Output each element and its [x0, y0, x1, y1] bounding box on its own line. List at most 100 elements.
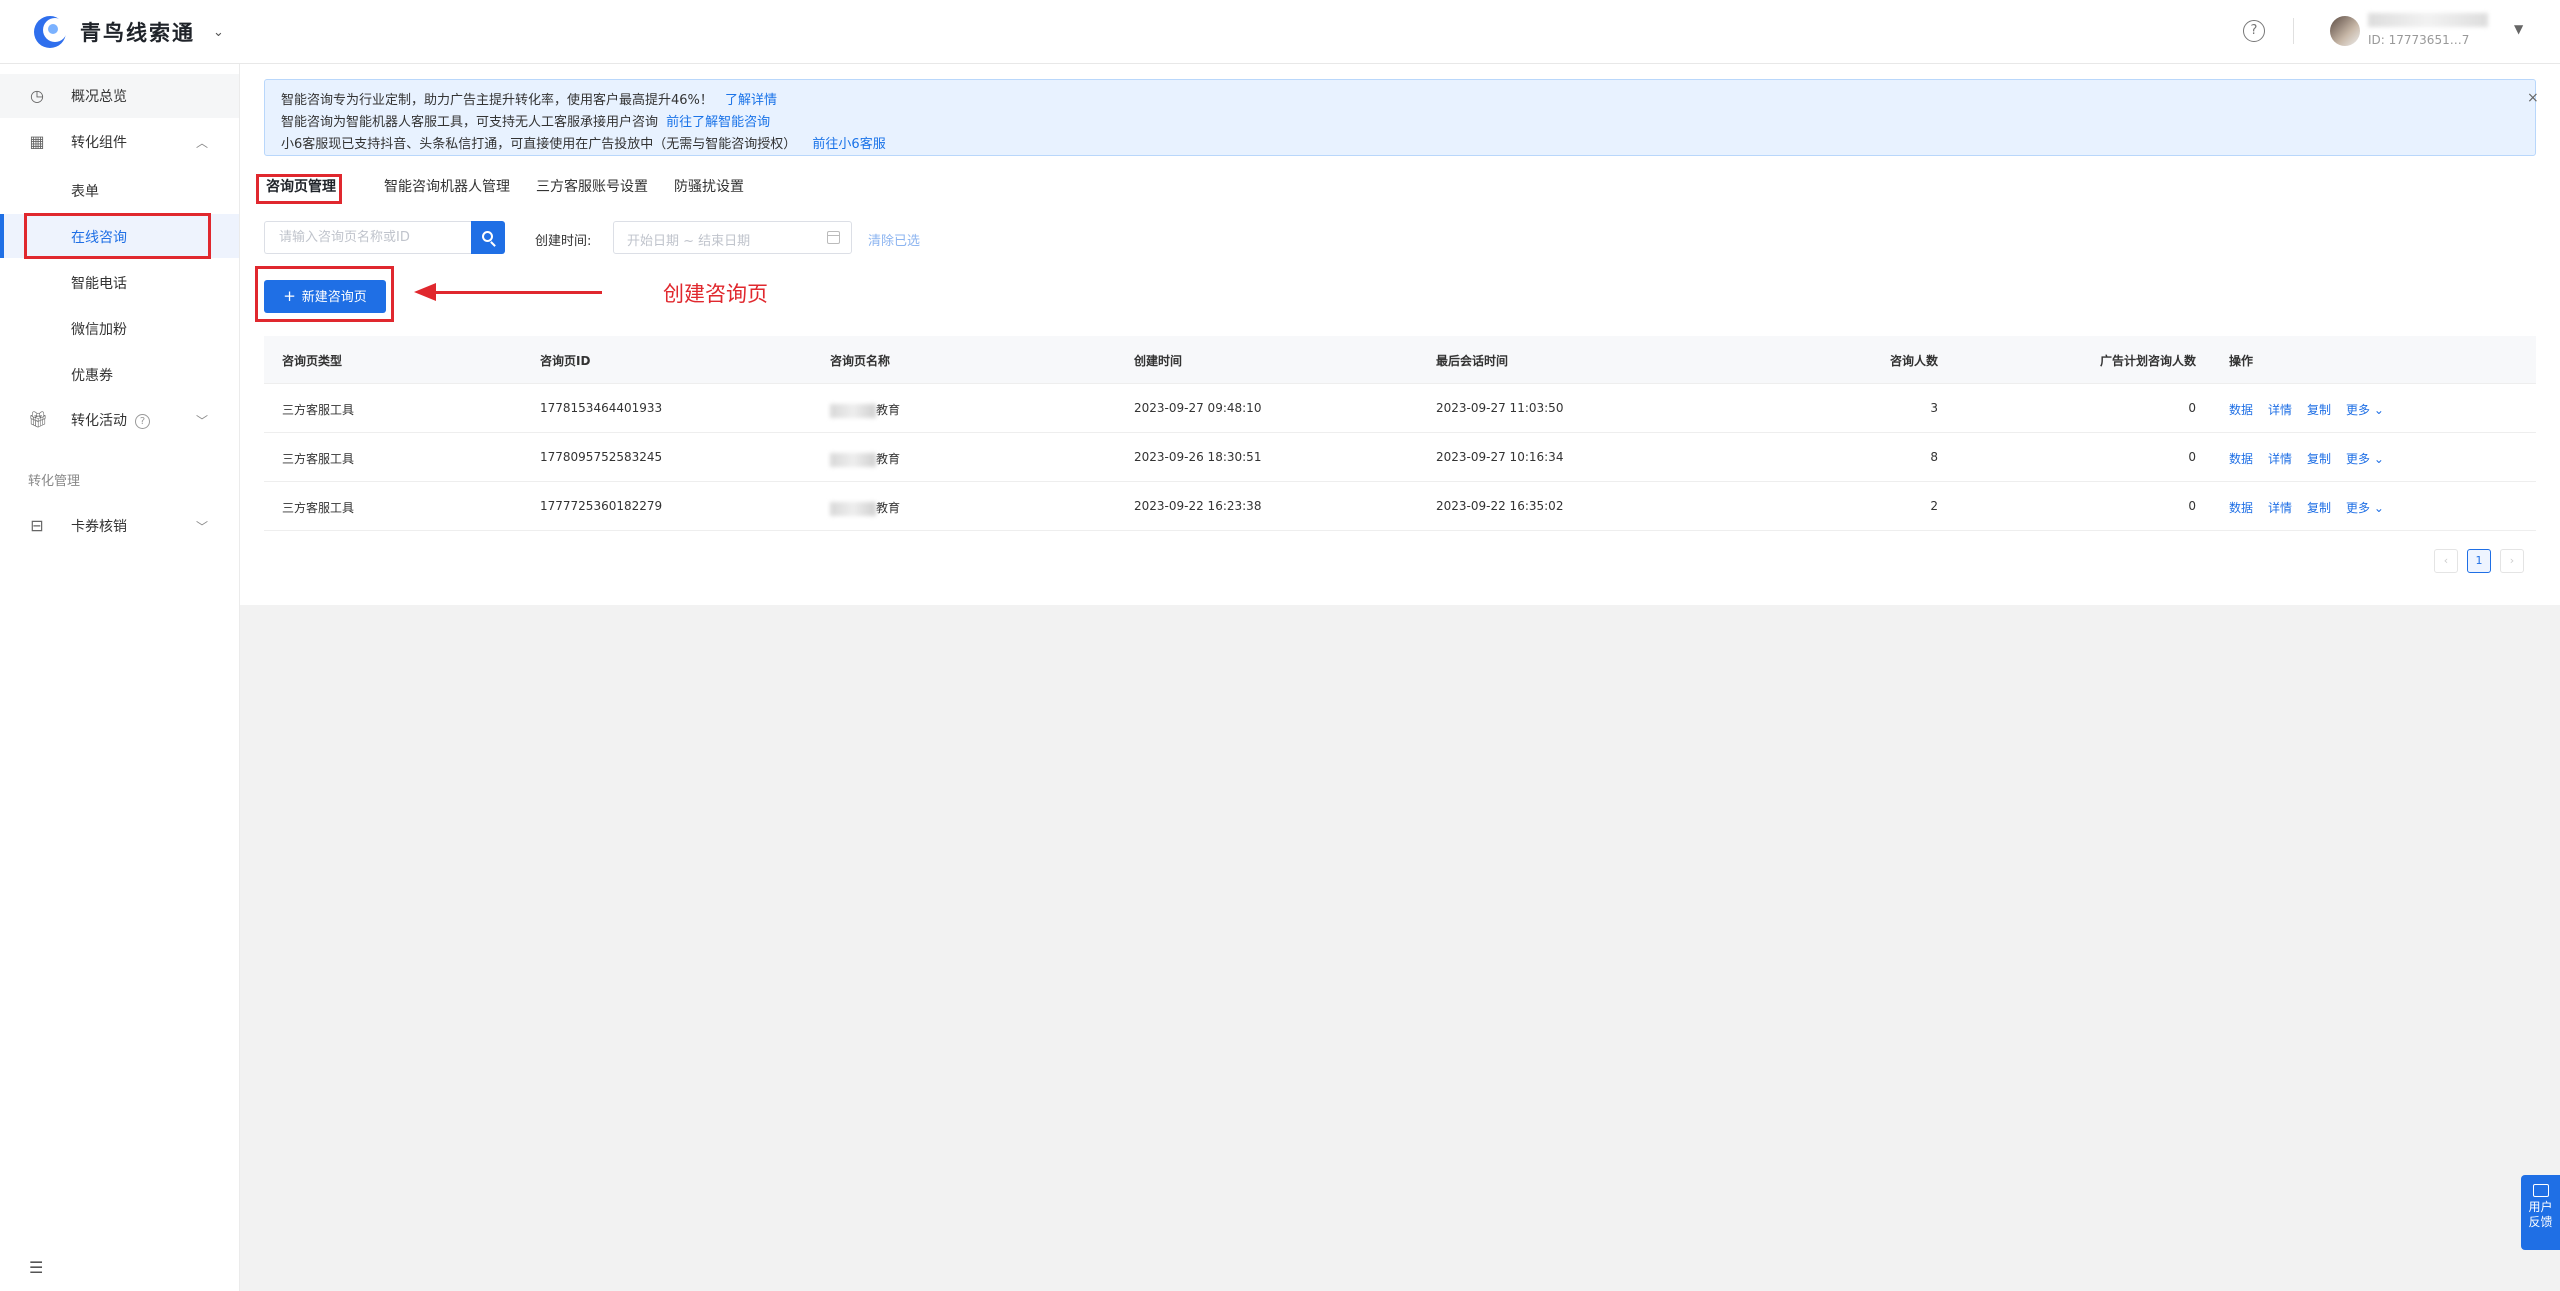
date-placeholder: 开始日期 ~ 结束日期 — [627, 234, 751, 249]
question-circle-icon[interactable]: ? — [2243, 20, 2265, 42]
page-number-button[interactable]: 1 — [2467, 549, 2491, 573]
table-header: 咨询页类型 咨询页ID 咨询页名称 创建时间 最后会话时间 咨询人数 广告计划咨… — [264, 336, 2536, 384]
user-feedback-button[interactable]: 用户反馈 — [2521, 1175, 2560, 1250]
cell-ad-count: 0 — [2188, 499, 2196, 513]
tab-robot-manage[interactable]: 智能咨询机器人管理 — [384, 176, 510, 196]
date-range-picker[interactable]: 开始日期 ~ 结束日期 — [613, 221, 852, 254]
grid-icon: ▦ — [29, 132, 45, 151]
clear-selection-link[interactable]: 清除已选 — [868, 230, 920, 249]
copy-link[interactable]: 复制 — [2307, 499, 2331, 516]
cell-created: 2023-09-27 09:48:10 — [1134, 401, 1262, 415]
user-menu-caret-icon[interactable]: ▼ — [2514, 22, 2523, 36]
sidebar-subitem-coupon[interactable]: 优惠券 — [0, 352, 239, 396]
xiao6-service-link[interactable]: 前往小6客服 — [812, 137, 885, 152]
notice-line: 小6客服现已支持抖音、头条私信打通，可直接使用在广告投放中（无需与智能咨询授权）… — [281, 137, 886, 152]
ticket-icon: ⊟ — [30, 516, 44, 535]
smart-consult-link[interactable]: 前往了解智能咨询 — [666, 115, 770, 130]
table-row: 三方客服工具 1777725360182279 教育 2023-09-22 16… — [264, 482, 2536, 531]
message-icon — [2532, 1184, 2549, 1197]
copy-link[interactable]: 复制 — [2307, 450, 2331, 467]
sidebar-subitem-smart-phone[interactable]: 智能电话 — [0, 260, 239, 304]
plus-icon: + — [283, 287, 296, 305]
column-header: 广告计划咨询人数 — [2099, 354, 2196, 368]
feedback-label: 用户反馈 — [2528, 1200, 2553, 1229]
top-header: 青鸟线索通 ⌄ ? ID: 17773651…7 ▼ — [0, 0, 2560, 64]
cell-created: 2023-09-22 16:23:38 — [1134, 499, 1262, 513]
detail-link[interactable]: 详情 — [2268, 401, 2292, 418]
column-header: 最后会话时间 — [1436, 354, 1509, 368]
prev-page-button[interactable]: ‹ — [2434, 549, 2458, 573]
tab-consult-page-manage[interactable]: 咨询页管理 — [266, 176, 336, 196]
cell-count: 2 — [1930, 499, 1938, 513]
learn-more-link[interactable]: 了解详情 — [725, 93, 777, 108]
annotation-arrow-line — [430, 291, 602, 294]
avatar[interactable] — [2330, 16, 2360, 46]
column-header: 咨询人数 — [1889, 354, 1938, 368]
more-dropdown[interactable]: 更多 ⌄ — [2346, 499, 2384, 516]
cell-id: 1778153464401933 — [540, 401, 663, 415]
sidebar-item-conversion-activities[interactable]: 🎁︎ 转化活动? ﹀ — [0, 398, 239, 442]
sidebar: ◷ 概况总览 ▦ 转化组件 ︿ 表单 在线咨询 智能电话 微信加粉 优惠券 🎁︎… — [0, 64, 240, 1291]
sidebar-subitem-wechat-fans[interactable]: 微信加粉 — [0, 306, 239, 350]
cell-ad-count: 0 — [2188, 401, 2196, 415]
next-page-button[interactable]: › — [2500, 549, 2524, 573]
create-consult-page-button[interactable]: + 新建咨询页 — [264, 280, 386, 313]
sidebar-subitem-online-consult[interactable]: 在线咨询 — [0, 214, 239, 258]
cell-type: 三方客服工具 — [282, 501, 355, 515]
cell-last-session: 2023-09-27 11:03:50 — [1436, 401, 1564, 415]
tab-anti-harassment[interactable]: 防骚扰设置 — [674, 176, 744, 196]
search-button[interactable] — [471, 221, 505, 254]
cell-ad-count: 0 — [2188, 450, 2196, 464]
sidebar-item-label: 微信加粉 — [71, 322, 127, 338]
redacted-mask — [830, 452, 876, 467]
search-input-wrapper — [264, 221, 471, 254]
sidebar-item-label: 卡券核销 — [71, 519, 127, 535]
chevron-up-icon: ︿ — [196, 135, 209, 150]
cell-name: 教育 — [830, 401, 900, 418]
annotation-label: 创建咨询页 — [663, 282, 768, 306]
calendar-icon — [827, 231, 840, 244]
sidebar-item-label: 概况总览 — [71, 89, 127, 105]
notice-banner: 智能咨询专为行业定制，助力广告主提升转化率，使用客户最高提升46%！ 了解详情 … — [264, 79, 2539, 156]
sidebar-item-conversion-components[interactable]: ▦ 转化组件 ︿ — [0, 120, 239, 164]
detail-link[interactable]: 详情 — [2268, 450, 2292, 467]
close-icon[interactable]: × — [2527, 90, 2539, 106]
notice-line: 智能咨询专为行业定制，助力广告主提升转化率，使用客户最高提升46%！ 了解详情 — [281, 93, 778, 108]
chevron-down-icon[interactable]: ⌄ — [213, 25, 224, 40]
search-input[interactable] — [279, 222, 469, 253]
column-header: 咨询页类型 — [282, 354, 343, 368]
column-header: 操作 — [2229, 354, 2254, 368]
sidebar-item-label: 转化活动? — [71, 410, 150, 430]
sidebar-item-overview[interactable]: ◷ 概况总览 — [0, 74, 239, 118]
redacted-mask — [830, 403, 876, 418]
cell-id: 1778095752583245 — [540, 450, 663, 464]
bird-logo-icon — [32, 14, 68, 50]
sidebar-group-title: 转化管理 — [28, 474, 81, 489]
data-link[interactable]: 数据 — [2229, 401, 2253, 418]
main-content: 智能咨询专为行业定制，助力广告主提升转化率，使用客户最高提升46%！ 了解详情 … — [240, 64, 2560, 1291]
copy-link[interactable]: 复制 — [2307, 401, 2331, 418]
sidebar-item-card-redemption[interactable]: ⊟ 卡券核销 ﹀ — [0, 504, 239, 548]
detail-link[interactable]: 详情 — [2268, 499, 2292, 516]
sidebar-item-label: 智能电话 — [71, 276, 127, 292]
content-panel: 智能咨询专为行业定制，助力广告主提升转化率，使用客户最高提升46%！ 了解详情 … — [240, 64, 2560, 605]
cell-count: 3 — [1930, 401, 1938, 415]
data-link[interactable]: 数据 — [2229, 499, 2253, 516]
menu-fold-icon[interactable]: ☰ — [29, 1258, 43, 1277]
sidebar-item-label: 在线咨询 — [71, 230, 127, 246]
app-logo[interactable]: 青鸟线索通 ⌄ — [32, 14, 224, 50]
sidebar-subitem-form[interactable]: 表单 — [0, 168, 239, 212]
tab-third-party-account[interactable]: 三方客服账号设置 — [536, 176, 648, 196]
cell-last-session: 2023-09-22 16:35:02 — [1436, 499, 1564, 513]
more-dropdown[interactable]: 更多 ⌄ — [2346, 450, 2384, 467]
cell-last-session: 2023-09-27 10:16:34 — [1436, 450, 1564, 464]
cell-name: 教育 — [830, 450, 900, 467]
data-link[interactable]: 数据 — [2229, 450, 2253, 467]
column-header: 咨询页名称 — [830, 354, 891, 368]
pie-chart-icon: ◷ — [30, 86, 44, 105]
date-label: 创建时间: — [535, 234, 592, 249]
question-circle-icon[interactable]: ? — [135, 413, 150, 429]
chevron-down-icon: ﹀ — [196, 519, 209, 534]
more-dropdown[interactable]: 更多 ⌄ — [2346, 401, 2384, 418]
cell-type: 三方客服工具 — [282, 403, 355, 417]
